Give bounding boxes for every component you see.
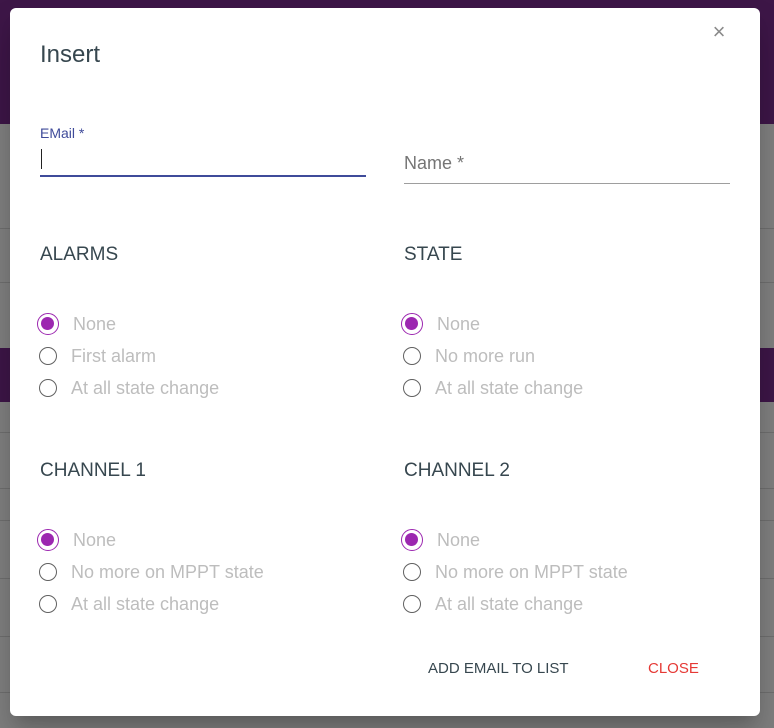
state-radio-group: None No more run At all state change (401, 308, 734, 404)
radio-unchecked-icon[interactable] (39, 563, 57, 581)
radio-option[interactable]: None (37, 524, 370, 556)
radio-unchecked-icon[interactable] (39, 595, 57, 613)
radio-option[interactable]: No more on MPPT state (403, 556, 734, 588)
email-field[interactable]: EMail * (40, 125, 366, 185)
email-underline (40, 175, 366, 177)
dialog-actions: ADD EMAIL TO LIST CLOSE (10, 660, 760, 684)
radio-unchecked-icon[interactable] (403, 379, 421, 397)
radio-option[interactable]: At all state change (39, 588, 370, 620)
insert-dialog: Insert × EMail * Name * ALARMS None Firs… (10, 8, 760, 716)
channel-1-radio-group: None No more on MPPT state At all state … (37, 524, 370, 620)
state-section: STATE None No more run At all state chan… (401, 244, 734, 404)
radio-label: None (73, 529, 117, 550)
radio-option[interactable]: None (401, 308, 734, 340)
radio-label: At all state change (435, 377, 584, 398)
radio-unchecked-icon[interactable] (403, 347, 421, 365)
channel-2-radio-group: None No more on MPPT state At all state … (401, 524, 734, 620)
radio-label: First alarm (71, 345, 156, 366)
section-title: ALARMS (40, 244, 119, 265)
radio-unchecked-icon[interactable] (403, 563, 421, 581)
radio-option[interactable]: No more run (403, 340, 734, 372)
radio-label: No more on MPPT state (71, 561, 264, 582)
radio-unchecked-icon[interactable] (39, 347, 57, 365)
radio-option[interactable]: At all state change (403, 372, 734, 404)
email-label: EMail * (40, 125, 85, 141)
radio-option[interactable]: At all state change (403, 588, 734, 620)
radio-label: At all state change (71, 593, 220, 614)
radio-label: None (437, 313, 481, 334)
radio-option[interactable]: None (401, 524, 734, 556)
channel-2-section: CHANNEL 2 None No more on MPPT state At … (401, 460, 734, 620)
section-title: STATE (404, 244, 463, 265)
radio-label: None (437, 529, 481, 550)
radio-unchecked-icon[interactable] (403, 595, 421, 613)
section-title: CHANNEL 2 (404, 460, 510, 481)
radio-unchecked-icon[interactable] (39, 379, 57, 397)
name-input[interactable] (404, 152, 730, 180)
radio-option[interactable]: None (37, 308, 370, 340)
radio-label: At all state change (71, 377, 220, 398)
dialog-title: Insert (40, 41, 101, 68)
radio-checked-icon[interactable] (401, 313, 423, 335)
email-input[interactable] (40, 145, 366, 173)
close-button[interactable]: CLOSE (648, 660, 699, 677)
alarms-radio-group: None First alarm At all state change (37, 308, 370, 404)
close-icon[interactable]: × (710, 21, 728, 43)
radio-option[interactable]: At all state change (39, 372, 370, 404)
radio-label: At all state change (435, 593, 584, 614)
alarms-section: ALARMS None First alarm At all state cha… (37, 244, 370, 404)
radio-label: No more on MPPT state (435, 561, 628, 582)
section-title: CHANNEL 1 (40, 460, 146, 481)
radio-checked-icon[interactable] (401, 529, 423, 551)
name-underline (404, 183, 730, 184)
radio-label: No more run (435, 345, 536, 366)
name-field[interactable]: Name * (404, 132, 730, 192)
radio-label: None (73, 313, 117, 334)
radio-option[interactable]: No more on MPPT state (39, 556, 370, 588)
radio-checked-icon[interactable] (37, 529, 59, 551)
text-caret (41, 149, 42, 169)
add-email-button[interactable]: ADD EMAIL TO LIST (428, 660, 569, 677)
radio-checked-icon[interactable] (37, 313, 59, 335)
channel-1-section: CHANNEL 1 None No more on MPPT state At … (37, 460, 370, 620)
radio-option[interactable]: First alarm (39, 340, 370, 372)
